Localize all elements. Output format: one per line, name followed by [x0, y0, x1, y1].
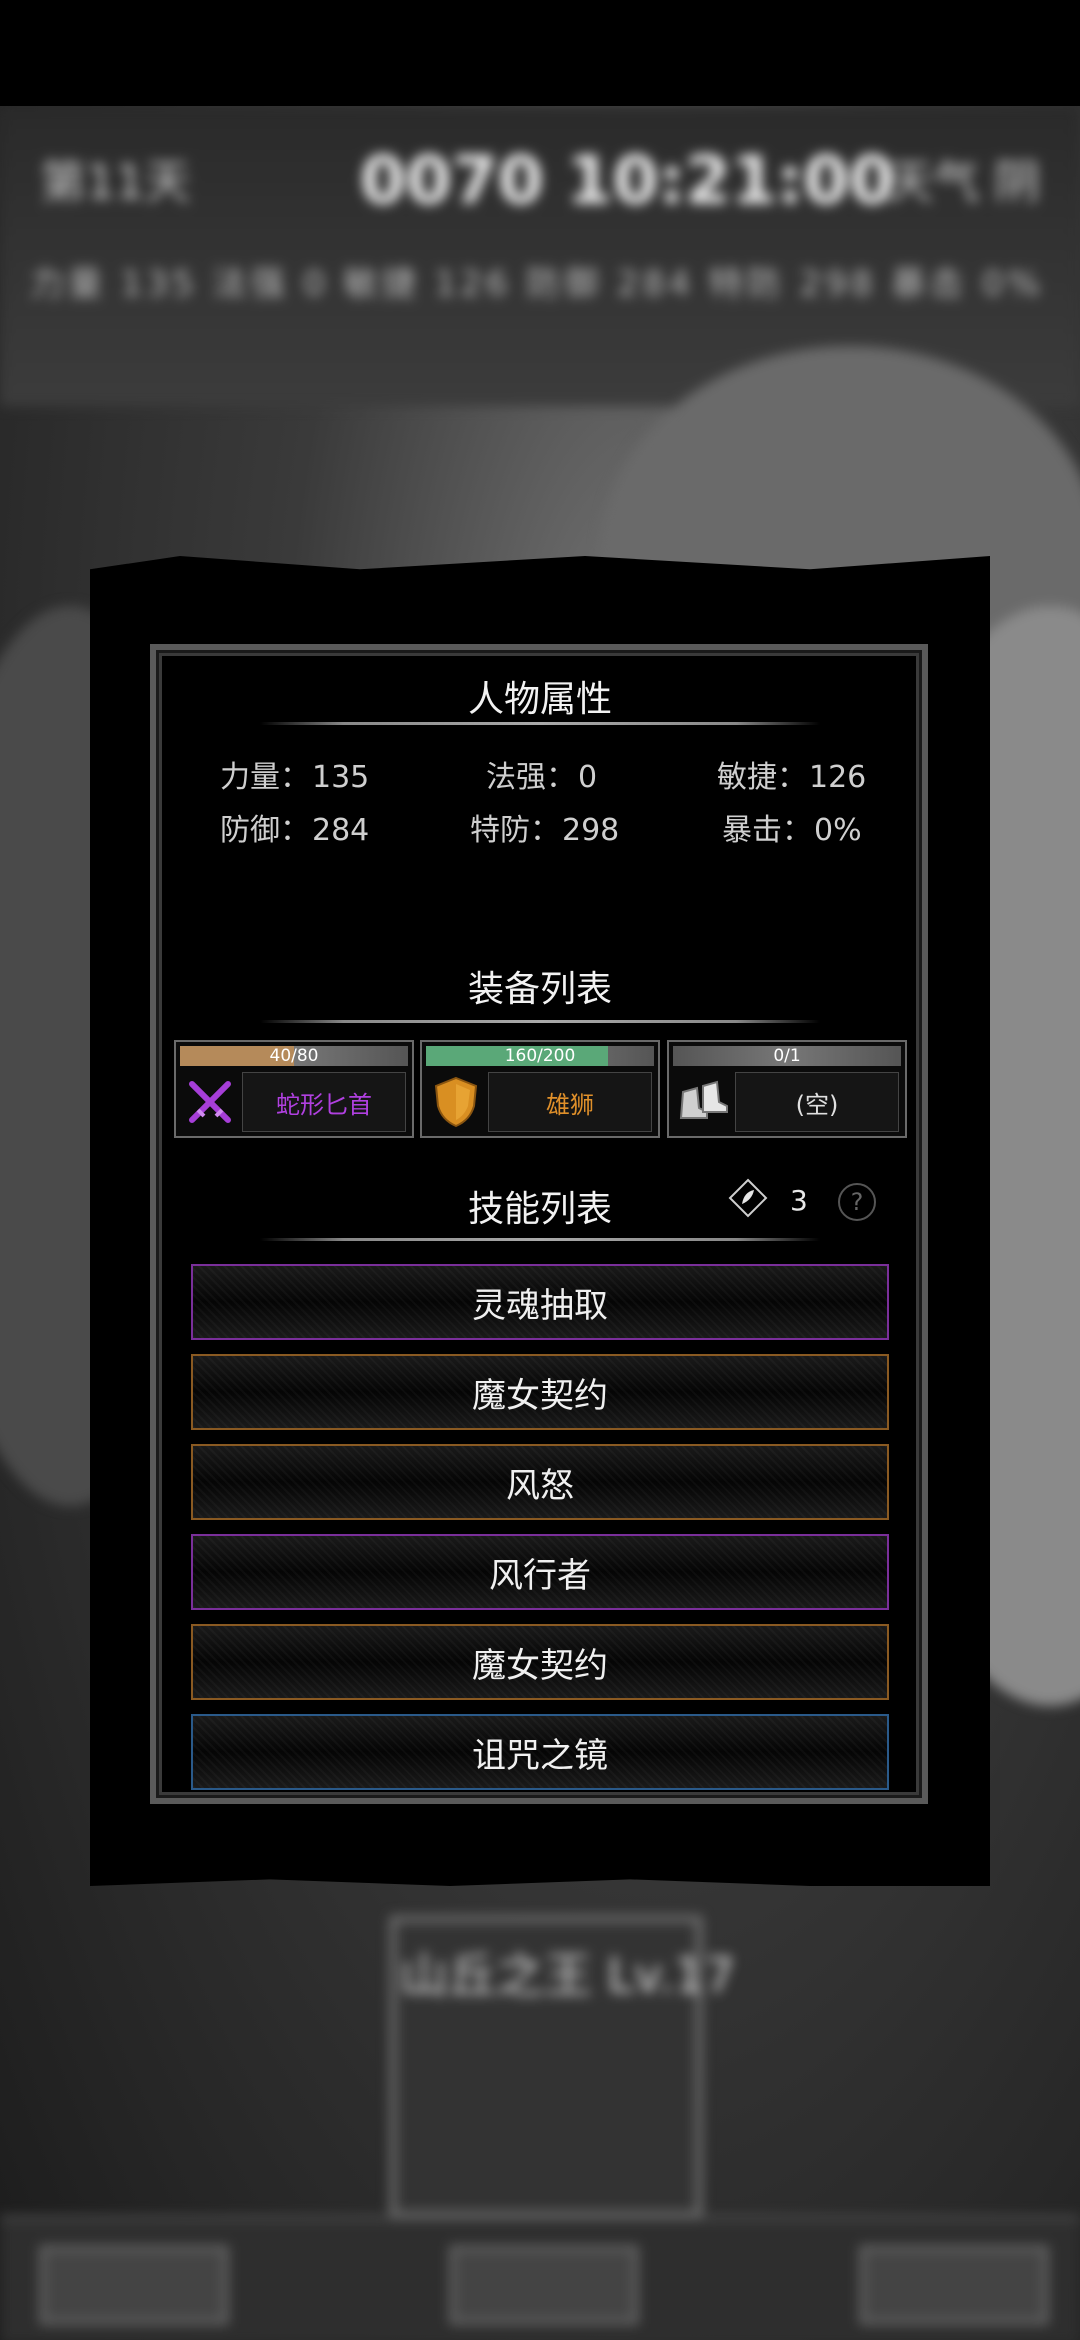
help-icon[interactable]: ? [838, 1183, 876, 1221]
durability-bar: 160/200 [426, 1046, 654, 1066]
skills-title: 技能列表 [467, 1189, 612, 1230]
skill-point-icon [728, 1178, 768, 1222]
weather-label: 天气 阴 [887, 155, 1040, 209]
equipment-name: 蛇形匕首 [242, 1072, 406, 1132]
skill-item[interactable]: 魔女契约 [191, 1624, 889, 1700]
equipment-title: 装备列表 [467, 969, 612, 1010]
durability-bar: 40/80 [180, 1046, 408, 1066]
shield-icon [428, 1074, 484, 1130]
boots-icon [675, 1074, 731, 1130]
stat-label: 防御： [220, 813, 310, 848]
stat-label: 特防： [470, 813, 560, 848]
stat-value: 126 [809, 760, 867, 795]
crossed-daggers-icon [182, 1074, 238, 1130]
game-clock: 0070 10:21:00 [360, 142, 895, 219]
equipment-name: (空) [735, 1072, 899, 1132]
stat-magic-defense: 特防：298 [470, 805, 619, 849]
stat-label: 法强： [486, 760, 576, 795]
equipment-slot-weapon[interactable]: 40/80 蛇形匕首 [174, 1040, 414, 1138]
stat-strength: 力量：135 [220, 752, 369, 796]
stat-label: 敏捷： [717, 760, 807, 795]
stat-crit: 暴击：0% [722, 805, 862, 849]
skills-divider [260, 1238, 820, 1241]
equipment-slot-armor[interactable]: 160/200 雄狮 [420, 1040, 660, 1138]
skill-item[interactable]: 诅咒之镜 [191, 1714, 889, 1790]
unit-name: 山丘之王 Lv.17 [400, 1948, 736, 2004]
stat-value: 298 [562, 813, 620, 848]
durability-bar: 0/1 [673, 1046, 901, 1066]
stat-spell-power: 法强：0 [486, 752, 597, 796]
bottom-nav-button[interactable] [860, 2246, 1048, 2324]
skill-item[interactable]: 风怒 [191, 1444, 889, 1520]
stat-label: 力量： [220, 760, 310, 795]
durability-text: 160/200 [504, 1046, 576, 1066]
stat-value: 0% [814, 813, 862, 848]
stat-label: 暴击： [722, 813, 812, 848]
bottom-nav-button[interactable] [40, 2246, 228, 2324]
equipment-divider [260, 1020, 820, 1023]
equipment-name: 雄狮 [488, 1072, 652, 1132]
equipment-slot-boots[interactable]: 0/1 (空) [667, 1040, 907, 1138]
stat-value: 0 [578, 760, 598, 795]
day-counter: 第11天 [40, 155, 191, 209]
skill-item[interactable]: 风行者 [191, 1534, 889, 1610]
hud-stat-line: 力量 135 法强 0 敏捷 126 防御 284 特防 298 暴击 0% [30, 264, 1045, 304]
stat-value: 284 [312, 813, 370, 848]
stat-agility: 敏捷：126 [717, 752, 866, 796]
skill-item[interactable]: 灵魂抽取 [191, 1264, 889, 1340]
stat-defense: 防御：284 [220, 805, 369, 849]
durability-text: 40/80 [269, 1046, 319, 1066]
skill-points: 3 [728, 1178, 808, 1222]
stat-value: 135 [312, 760, 370, 795]
attributes-title: 人物属性 [467, 679, 612, 720]
attributes-divider [260, 722, 820, 725]
bottom-nav-button[interactable] [450, 2246, 638, 2324]
skill-points-count: 3 [790, 1183, 808, 1217]
durability-text: 0/1 [773, 1046, 801, 1066]
skill-item[interactable]: 魔女契约 [191, 1354, 889, 1430]
